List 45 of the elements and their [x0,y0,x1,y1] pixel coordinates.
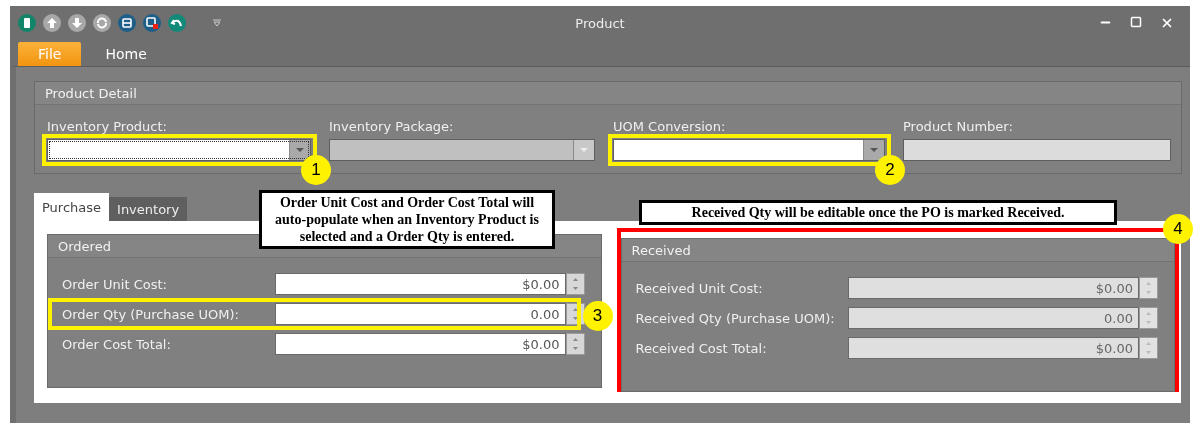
number-field[interactable]: $0.00 [275,333,566,355]
spin-arrows-icon [1146,282,1151,294]
number-field[interactable]: 0.00 [275,303,566,325]
refresh-icon[interactable] [93,14,111,32]
group-title: Ordered [58,238,111,254]
ribbon-tab[interactable]: Home [85,42,167,66]
note-box: Order Unit Cost and Order Cost Total will auto-populate when an Inventory Product is selected and a Order Qty is entered. [259,190,555,249]
field-label: Received Qty (Purchase UOM): [635,310,836,326]
group-title: Received [631,242,691,258]
note-box: Received Qty will be editable once the PO is marked Received. [639,200,1117,225]
window-title: Product [575,15,625,31]
field-label: Inventory Package: [329,119,455,134]
callout-number: 1 [301,155,331,185]
field-label: Inventory Product: [47,119,168,134]
field-label: Received Unit Cost: [635,280,764,296]
field-label: UOM Conversion: [613,119,727,134]
close-button[interactable] [1160,16,1174,30]
field-label: Order Cost Total: [62,336,172,352]
caret-icon [580,148,588,152]
caret-icon [296,148,304,152]
caret-icon [870,148,878,152]
save-icon[interactable] [118,14,136,32]
customize-icon[interactable] [213,19,221,27]
callout-number: 4 [1163,214,1193,244]
spin-arrows-icon [1146,312,1151,324]
document-icon[interactable] [18,14,36,32]
save-close-icon[interactable] [143,14,161,32]
undo-icon[interactable] [168,14,186,32]
spin-arrows-icon [572,308,578,320]
dropdown-field[interactable] [47,139,311,161]
field-label: Order Qty (Purchase UOM): [62,306,240,322]
field-label: Order Unit Cost: [62,276,168,292]
spin-arrows-icon [572,278,578,290]
callout-number: 2 [875,155,905,185]
callout-number: 3 [582,301,613,331]
field-label: Received Cost Total: [635,340,768,356]
dropdown-field[interactable] [613,139,885,161]
number-field[interactable]: $0.00 [275,273,566,295]
spin-arrows-icon [1146,342,1151,354]
maximize-button[interactable] [1130,16,1142,28]
group-title: Product Detail [45,85,137,101]
tab[interactable]: Inventory [109,197,188,221]
field-label: Product Number: [903,119,1014,134]
spin-arrows-icon [572,338,578,350]
tab[interactable]: Purchase [34,193,110,221]
